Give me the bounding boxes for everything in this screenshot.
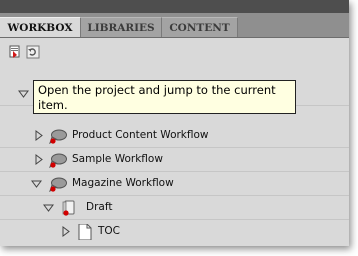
open-project-button[interactable] — [8, 44, 22, 58]
workflow-icon — [49, 153, 67, 168]
tooltip-text: Open the project and jump to the current… — [38, 83, 276, 112]
stage-icon — [62, 200, 75, 216]
tooltip: Open the project and jump to the current… — [33, 80, 296, 114]
tree-item-label: Product Content Workflow — [72, 129, 209, 141]
twisty-collapsed-icon[interactable] — [33, 130, 44, 141]
tab-libraries[interactable]: LIBRARIES — [81, 17, 162, 37]
open-project-icon — [9, 45, 20, 58]
refresh-icon — [26, 45, 40, 59]
tab-workbox[interactable]: WORKBOX — [0, 17, 81, 37]
twisty-collapsed-icon[interactable] — [60, 226, 71, 237]
workflow-icon — [49, 177, 67, 192]
tree-row[interactable]: Draft — [0, 196, 349, 220]
document-icon — [78, 224, 92, 240]
workbox-panel: WORKBOX LIBRARIES CONTENT Product Conten… — [0, 0, 349, 246]
twisty-collapsed-icon[interactable] — [33, 154, 44, 165]
tree-item-label: Sample Workflow — [72, 153, 163, 165]
workflow-icon — [49, 129, 67, 144]
refresh-button[interactable] — [26, 44, 40, 59]
tree-row[interactable]: Sample Workflow — [0, 148, 349, 172]
tree-item-label: TOC — [98, 225, 121, 237]
tree-row[interactable]: TOC — [0, 220, 349, 244]
twisty-expanded-icon[interactable] — [31, 178, 42, 189]
toolbar — [0, 38, 349, 64]
twisty-expanded-icon[interactable] — [43, 202, 54, 213]
panel-titlebar — [0, 0, 349, 13]
tree-row[interactable]: Product Content Workflow — [0, 124, 349, 148]
tab-bar: WORKBOX LIBRARIES CONTENT — [0, 13, 349, 38]
tree-row[interactable]: Magazine Workflow — [0, 172, 349, 196]
twisty-expanded-icon[interactable] — [18, 88, 29, 99]
tree-item-label: Draft — [86, 201, 113, 213]
tab-content[interactable]: CONTENT — [162, 17, 238, 37]
tree-item-label: Magazine Workflow — [72, 177, 174, 189]
